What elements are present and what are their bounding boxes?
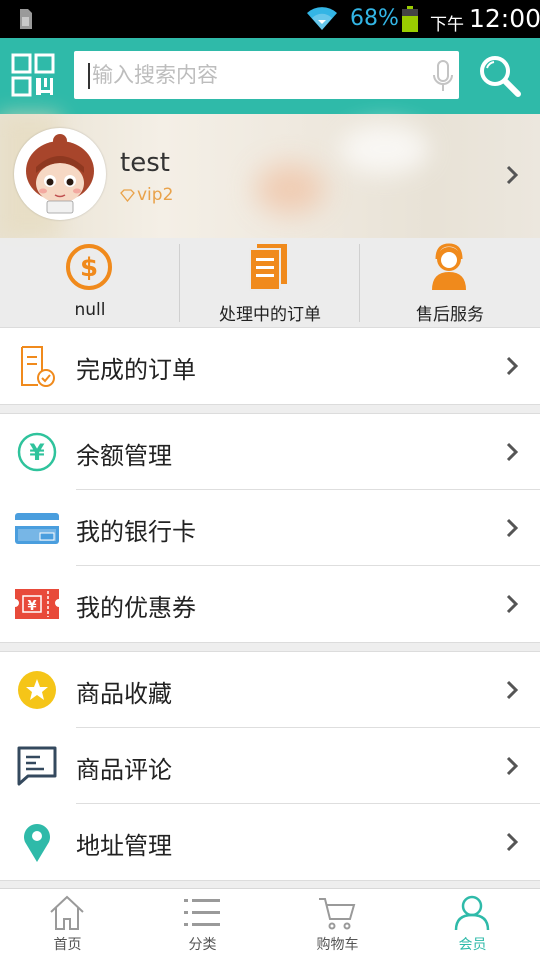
sim-card-icon [20,9,32,29]
avatar[interactable] [14,128,106,220]
quick-action-balance[interactable]: $ null [0,238,180,328]
menu-item-address[interactable]: 地址管理 [0,804,540,880]
star-favorite-icon [18,671,56,709]
bottom-nav: 首页 分类 购物车 会员 [0,888,540,960]
time-ampm: 下午 [430,15,464,35]
bank-card-icon [15,513,59,544]
comment-icon [17,746,57,786]
menu-item-label: 我的优惠券 [76,594,196,622]
home-icon [50,895,84,930]
dollar-coin-icon: $ [66,244,112,290]
menu-item-label: 余额管理 [76,442,172,470]
quick-action-label: 售后服务 [416,305,484,325]
menu-item-favorites[interactable]: 商品收藏 [0,652,540,728]
nav-tab-categories[interactable]: 分类 [135,889,270,960]
user-icon [454,895,490,931]
wifi-icon [307,7,337,30]
coupon-icon: ¥ [15,589,59,619]
chevron-right-icon [506,680,519,700]
vip-badge: vip2 [120,185,173,205]
status-bar: 68% 下午 12:00 [0,0,540,38]
battery-percent: 68% [350,6,399,31]
chevron-right-icon [506,442,519,462]
text-cursor [88,63,90,89]
menu-item-bank-card[interactable]: 我的银行卡 [0,490,540,566]
username: test [120,148,170,178]
quick-action-label: 处理中的订单 [219,305,321,325]
quick-action-processing-orders[interactable]: 处理中的订单 [180,238,360,328]
vip-level: vip2 [137,185,174,205]
quick-action-label: null [74,300,106,320]
diamond-icon [120,189,135,203]
nav-tab-home[interactable]: 首页 [0,889,135,960]
nav-label: 购物车 [316,937,359,953]
battery-icon [402,6,418,32]
menu-item-completed-orders[interactable]: 完成的订单 [0,328,540,404]
list-icon [184,899,220,926]
chevron-right-icon [506,594,519,614]
menu-item-label: 完成的订单 [76,356,196,384]
menu-item-label: 我的银行卡 [76,518,196,546]
microphone-icon[interactable] [432,60,454,92]
chevron-right-icon [506,518,519,538]
completed-order-icon [21,346,55,387]
svg-text:$: $ [80,253,98,283]
search-input[interactable] [92,51,422,99]
profile-card[interactable]: test vip2 [0,114,540,238]
qr-scan-icon[interactable] [10,52,56,98]
customer-service-icon [432,243,466,290]
chevron-right-icon [506,832,519,852]
nav-label: 会员 [458,937,487,953]
menu-item-label: 地址管理 [76,832,172,860]
chevron-right-icon [506,165,519,185]
nav-tab-member[interactable]: 会员 [405,889,540,960]
nav-tab-cart[interactable]: 购物车 [270,889,405,960]
chevron-right-icon [506,356,519,376]
chevron-right-icon [506,756,519,776]
avatar-image [17,131,103,217]
clock: 12:00 [469,4,540,33]
menu-item-balance[interactable]: ¥ 余额管理 [0,414,540,490]
location-pin-icon [24,824,50,862]
svg-text:¥: ¥ [29,441,45,466]
search-box[interactable] [74,51,459,99]
menu-item-coupons[interactable]: ¥ 我的优惠券 [0,566,540,642]
nav-label: 首页 [53,937,82,953]
orders-document-icon [249,244,287,291]
nav-label: 分类 [188,937,217,953]
menu-group-wallet: ¥ 余额管理 我的银行卡 ¥ 我的优惠券 [0,413,540,643]
cart-icon [319,898,356,930]
quick-actions-bar: $ null 处理中的订单 售后服务 [0,238,540,328]
yuan-balance-icon: ¥ [17,432,57,472]
top-header [0,38,540,114]
quick-action-after-sales[interactable]: 售后服务 [360,238,540,328]
menu-item-label: 商品收藏 [76,680,172,708]
menu-item-reviews[interactable]: 商品评论 [0,728,540,804]
menu-group-products: 商品收藏 商品评论 地址管理 [0,651,540,881]
svg-text:¥: ¥ [27,599,36,614]
menu-group-orders: 完成的订单 [0,327,540,405]
search-icon[interactable] [476,52,522,98]
menu-item-label: 商品评论 [76,756,172,784]
